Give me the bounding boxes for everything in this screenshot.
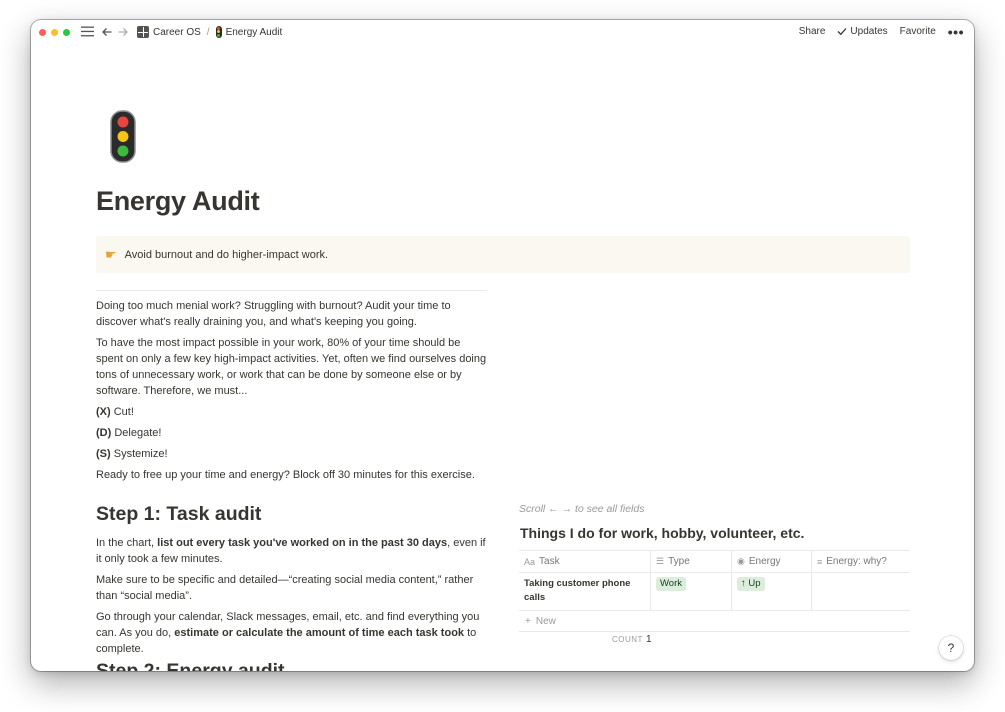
- intro-paragraph[interactable]: Ready to free up your time and energy? B…: [96, 467, 490, 483]
- intro-section: Doing too much menial work? Struggling w…: [96, 298, 490, 488]
- favorite-button[interactable]: Favorite: [900, 26, 936, 37]
- help-button[interactable]: ?: [939, 636, 963, 660]
- type-tag: Work: [656, 577, 686, 591]
- count-summary[interactable]: COUNT 1: [612, 634, 652, 645]
- action-item-systemize[interactable]: (S) Systemize!: [96, 446, 490, 462]
- step1-section: In the chart, list out every task you've…: [96, 535, 490, 662]
- text-icon: ≡: [817, 556, 823, 567]
- divider: [96, 290, 487, 291]
- breadcrumb: Career OS / Energy Audit: [137, 26, 282, 38]
- breadcrumb-label: Energy Audit: [225, 26, 283, 38]
- traffic-light-icon: [215, 26, 222, 38]
- step1-paragraph[interactable]: Go through your calendar, Slack messages…: [96, 609, 490, 657]
- page-title[interactable]: Energy Audit: [96, 186, 260, 217]
- list-icon: ☰: [656, 556, 665, 566]
- table-row: Taking customer phone calls Work ↑ Up: [519, 573, 910, 611]
- task-cell[interactable]: Taking customer phone calls: [519, 573, 651, 610]
- top-bar: Career OS / Energy Audit Share Updates F…: [31, 20, 974, 46]
- zoom-window-button[interactable]: [63, 29, 70, 36]
- step2-heading[interactable]: Step 2: Energy audit: [96, 660, 285, 671]
- intro-paragraph[interactable]: Doing too much menial work? Struggling w…: [96, 298, 490, 330]
- title-icon: Aa: [524, 556, 536, 567]
- select-icon: ◉: [737, 556, 745, 566]
- share-button[interactable]: Share: [799, 26, 826, 37]
- breadcrumb-career-os[interactable]: Career OS: [137, 26, 201, 38]
- intro-paragraph[interactable]: To have the most impact possible in your…: [96, 335, 490, 399]
- breadcrumb-separator: /: [206, 26, 210, 38]
- traffic-light-icon[interactable]: [110, 110, 136, 163]
- column-header-energy-why[interactable]: ≡ Energy: why?: [812, 551, 910, 572]
- scroll-hint: Scroll ← → to see all fields: [519, 503, 645, 515]
- step1-paragraph[interactable]: In the chart, list out every task you've…: [96, 535, 490, 567]
- action-item-cut[interactable]: (X) Cut!: [96, 404, 490, 420]
- breadcrumb-energy-audit[interactable]: Energy Audit: [215, 26, 283, 38]
- plus-icon: +: [525, 615, 531, 627]
- checkmark-icon: [837, 28, 847, 36]
- pointing-hand-icon: ☛: [105, 246, 117, 262]
- updates-label: Updates: [850, 26, 888, 37]
- top-actions: Share Updates Favorite •••: [799, 25, 964, 39]
- window-controls: [39, 29, 70, 36]
- app-window: Career OS / Energy Audit Share Updates F…: [31, 20, 974, 671]
- energy-why-cell[interactable]: [812, 573, 910, 610]
- callout-block[interactable]: ☛ Avoid burnout and do higher-impact wor…: [96, 236, 910, 273]
- database-title[interactable]: Things I do for work, hobby, volunteer, …: [520, 525, 804, 541]
- task-name: Taking customer phone calls: [524, 578, 631, 603]
- type-cell[interactable]: Work: [651, 573, 732, 610]
- action-item-delegate[interactable]: (D) Delegate!: [96, 425, 490, 441]
- table-header-row: Aa Task ☰ Type ◉ Energy ≡ Energy: why?: [519, 551, 910, 573]
- column-header-energy[interactable]: ◉ Energy: [732, 551, 812, 572]
- step1-heading[interactable]: Step 1: Task audit: [96, 503, 261, 526]
- back-arrow-icon[interactable]: [101, 26, 113, 40]
- step1-paragraph[interactable]: Make sure to be specific and detailed—“c…: [96, 572, 490, 604]
- more-options-icon[interactable]: •••: [948, 25, 964, 39]
- updates-button[interactable]: Updates: [837, 26, 888, 37]
- database-table: Aa Task ☰ Type ◉ Energy ≡ Energy: why? T…: [519, 550, 910, 632]
- close-window-button[interactable]: [39, 29, 46, 36]
- minimize-window-button[interactable]: [51, 29, 58, 36]
- grid-icon: [137, 26, 149, 38]
- energy-cell[interactable]: ↑ Up: [732, 573, 812, 610]
- new-row-button[interactable]: + New: [519, 611, 910, 632]
- callout-text: Avoid burnout and do higher-impact work.: [124, 248, 329, 261]
- breadcrumb-label: Career OS: [153, 26, 201, 38]
- forward-arrow-icon[interactable]: [117, 26, 129, 40]
- sidebar-menu-icon[interactable]: [81, 26, 94, 39]
- energy-tag: ↑ Up: [737, 577, 765, 591]
- column-header-task[interactable]: Aa Task: [519, 551, 651, 572]
- column-header-type[interactable]: ☰ Type: [651, 551, 732, 572]
